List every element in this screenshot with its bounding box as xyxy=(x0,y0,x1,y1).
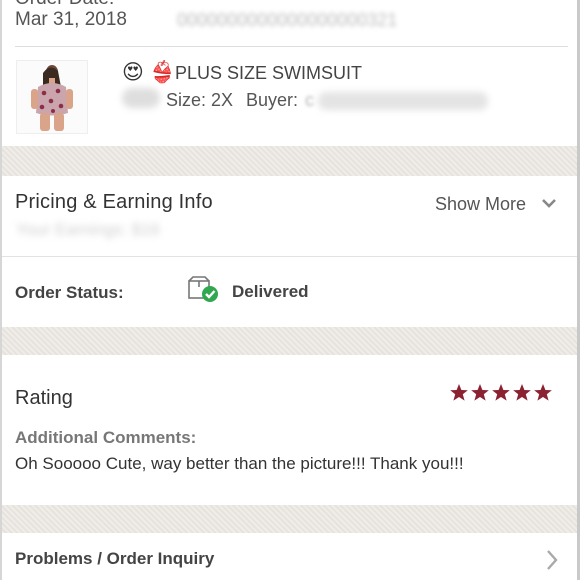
order-status-value: Delivered xyxy=(232,282,309,301)
chevron-right-icon[interactable] xyxy=(545,549,559,571)
star-icon xyxy=(450,384,468,401)
pricing-title: Pricing & Earning Info xyxy=(15,191,213,213)
order-status-section: Order Status: Delivered xyxy=(2,257,577,327)
section-separator-1 xyxy=(2,146,577,176)
order-date-value: Mar 31, 2018 xyxy=(15,9,127,30)
section-separator-3 xyxy=(2,505,577,533)
order-divider xyxy=(15,46,568,47)
rating-section: Rating Additional Comments: Oh Sooooo Cu… xyxy=(2,355,577,505)
star-icon xyxy=(534,384,552,401)
comments-text: Oh Sooooo Cute, way better than the pict… xyxy=(15,454,464,473)
swimsuit-image xyxy=(31,65,73,131)
buyer-name-blur xyxy=(318,92,488,110)
additional-comments-label: Additional Comments: xyxy=(15,428,197,447)
show-more-link[interactable]: Show More xyxy=(435,194,526,215)
problems-inquiry-row[interactable]: Problems / Order Inquiry xyxy=(2,533,577,580)
rating-title: Rating xyxy=(15,387,73,409)
chevron-down-icon[interactable] xyxy=(541,195,557,211)
order-status-label: Order Status: xyxy=(15,283,124,302)
bikini-emoji: 👙 xyxy=(149,61,176,84)
star-icon xyxy=(513,384,531,401)
pricing-section[interactable]: Pricing & Earning Info Show More Your Ea… xyxy=(2,176,577,256)
star-icon xyxy=(471,384,489,401)
item-title[interactable]: PLUS SIZE SWIMSUIT xyxy=(175,63,362,84)
item-thumbnail[interactable] xyxy=(16,60,88,134)
star-icon xyxy=(492,384,510,401)
earnings-obscured: Your Earnings: $16 xyxy=(16,220,160,239)
section-separator-2 xyxy=(2,327,577,355)
item-size: Size: 2X xyxy=(166,90,234,110)
problems-inquiry-label: Problems / Order Inquiry xyxy=(15,549,215,568)
delivered-box-icon xyxy=(187,275,221,305)
item-avatar-obscured xyxy=(122,88,160,108)
order-item-section: Order Date: Mar 31, 2018 000000000000000… xyxy=(2,0,577,146)
heart-eyes-emoji: 😍 xyxy=(122,61,144,84)
order-number-obscured: 0000000000000000000321 xyxy=(177,10,398,30)
buyer-label: Buyer: xyxy=(246,90,299,110)
star-rating xyxy=(450,383,554,403)
buyer-name-obscured[interactable]: c xyxy=(305,90,314,111)
